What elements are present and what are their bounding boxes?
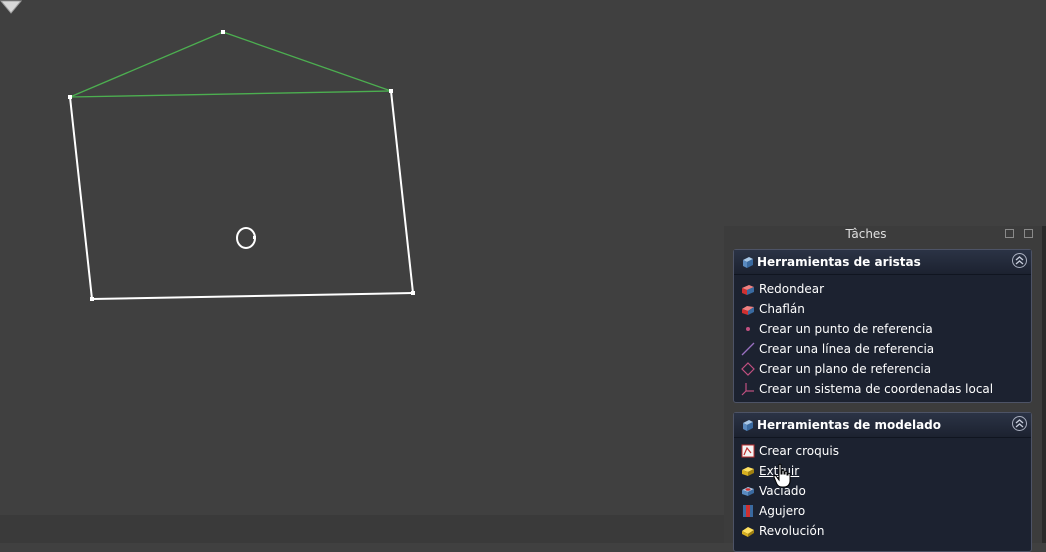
hole-icon — [743, 505, 753, 517]
task-item-hole[interactable]: Agujero — [741, 501, 1027, 521]
task-item-local-coordinate-system[interactable]: Crear un sistema de coordenadas local — [741, 379, 1027, 399]
pocket-icon — [742, 487, 754, 496]
hand-pointer-icon — [773, 463, 791, 488]
navigation-cube-arrow-icon[interactable] — [0, 0, 22, 14]
task-item-label: Crear un sistema de coordenadas local — [759, 382, 994, 396]
datum-point-icon — [746, 327, 750, 331]
task-item-datum-plane[interactable]: Crear un plano de referencia — [741, 359, 1027, 379]
tasks-panel: Tâches Herramientas de aristas Redondear… — [724, 226, 1046, 552]
task-item-chamfer[interactable]: Chaflán — [741, 299, 1027, 319]
task-item-fillet[interactable]: Redondear — [741, 279, 1027, 299]
collapse-button[interactable] — [1012, 253, 1027, 268]
task-item-datum-point[interactable]: Crear un punto de referencia — [741, 319, 1027, 339]
sketch-line-roof-right[interactable] — [222, 31, 392, 92]
sketch-line-right[interactable] — [390, 90, 414, 294]
local-coordinate-system-icon — [741, 383, 754, 396]
task-item-label: Crear croquis — [759, 444, 839, 458]
task-item-label: Revolución — [759, 524, 825, 538]
task-item-label: Redondear — [759, 282, 825, 296]
collapse-button[interactable] — [1012, 416, 1027, 431]
task-item-label: Crear un punto de referencia — [759, 322, 933, 336]
task-item-label: Crear un plano de referencia — [759, 362, 932, 376]
sketch-line-left[interactable] — [69, 96, 93, 300]
sketch-icon — [741, 444, 755, 458]
task-item-label: Crear una línea de referencia — [759, 342, 935, 356]
taskbox-header[interactable]: Herramientas de modelado — [734, 413, 1031, 438]
taskbox-edge-tools: Herramientas de aristas Redondear Chaflá… — [733, 249, 1032, 403]
sketch-line-bottom[interactable] — [91, 292, 414, 300]
sketch-circle[interactable] — [236, 227, 256, 249]
sketch-line-roof-left[interactable] — [69, 31, 224, 98]
task-item-datum-line[interactable]: Crear una línea de referencia — [741, 339, 1027, 359]
taskbox-header[interactable]: Herramientas de aristas — [734, 250, 1031, 275]
sketch-line-roof-base[interactable] — [69, 90, 392, 98]
revolution-icon — [742, 527, 754, 537]
datum-plane-icon — [741, 362, 755, 376]
sketch-vertex[interactable] — [389, 89, 393, 93]
part-design-icon — [743, 420, 753, 431]
panel-close-button[interactable] — [1024, 229, 1033, 238]
chamfer-icon — [742, 306, 754, 315]
sketch-vertex[interactable] — [68, 95, 72, 99]
sketch-vertex[interactable] — [411, 291, 415, 295]
pad-icon — [742, 467, 754, 476]
panel-float-button[interactable] — [1005, 229, 1014, 238]
sketch-vertex[interactable] — [253, 236, 256, 239]
taskbox-title: Herramientas de modelado — [757, 418, 941, 432]
task-item-sketch[interactable]: Crear croquis — [741, 441, 1027, 461]
part-design-icon — [743, 257, 753, 268]
double-chevron-up-icon — [1015, 419, 1024, 428]
fillet-icon — [742, 285, 754, 295]
sketch-vertex[interactable] — [90, 297, 94, 301]
taskbox-title: Herramientas de aristas — [757, 255, 921, 269]
task-item-label: Chaflán — [759, 302, 805, 316]
task-item-label: Agujero — [759, 504, 806, 518]
tasks-panel-title: Tâches — [845, 227, 887, 241]
datum-line-icon — [741, 342, 755, 356]
task-item-revolution[interactable]: Revolución — [741, 521, 1027, 541]
sketch-vertex[interactable] — [221, 30, 225, 34]
panel-splitter[interactable] — [1042, 226, 1046, 543]
status-bar — [0, 515, 724, 543]
double-chevron-up-icon — [1015, 256, 1024, 265]
